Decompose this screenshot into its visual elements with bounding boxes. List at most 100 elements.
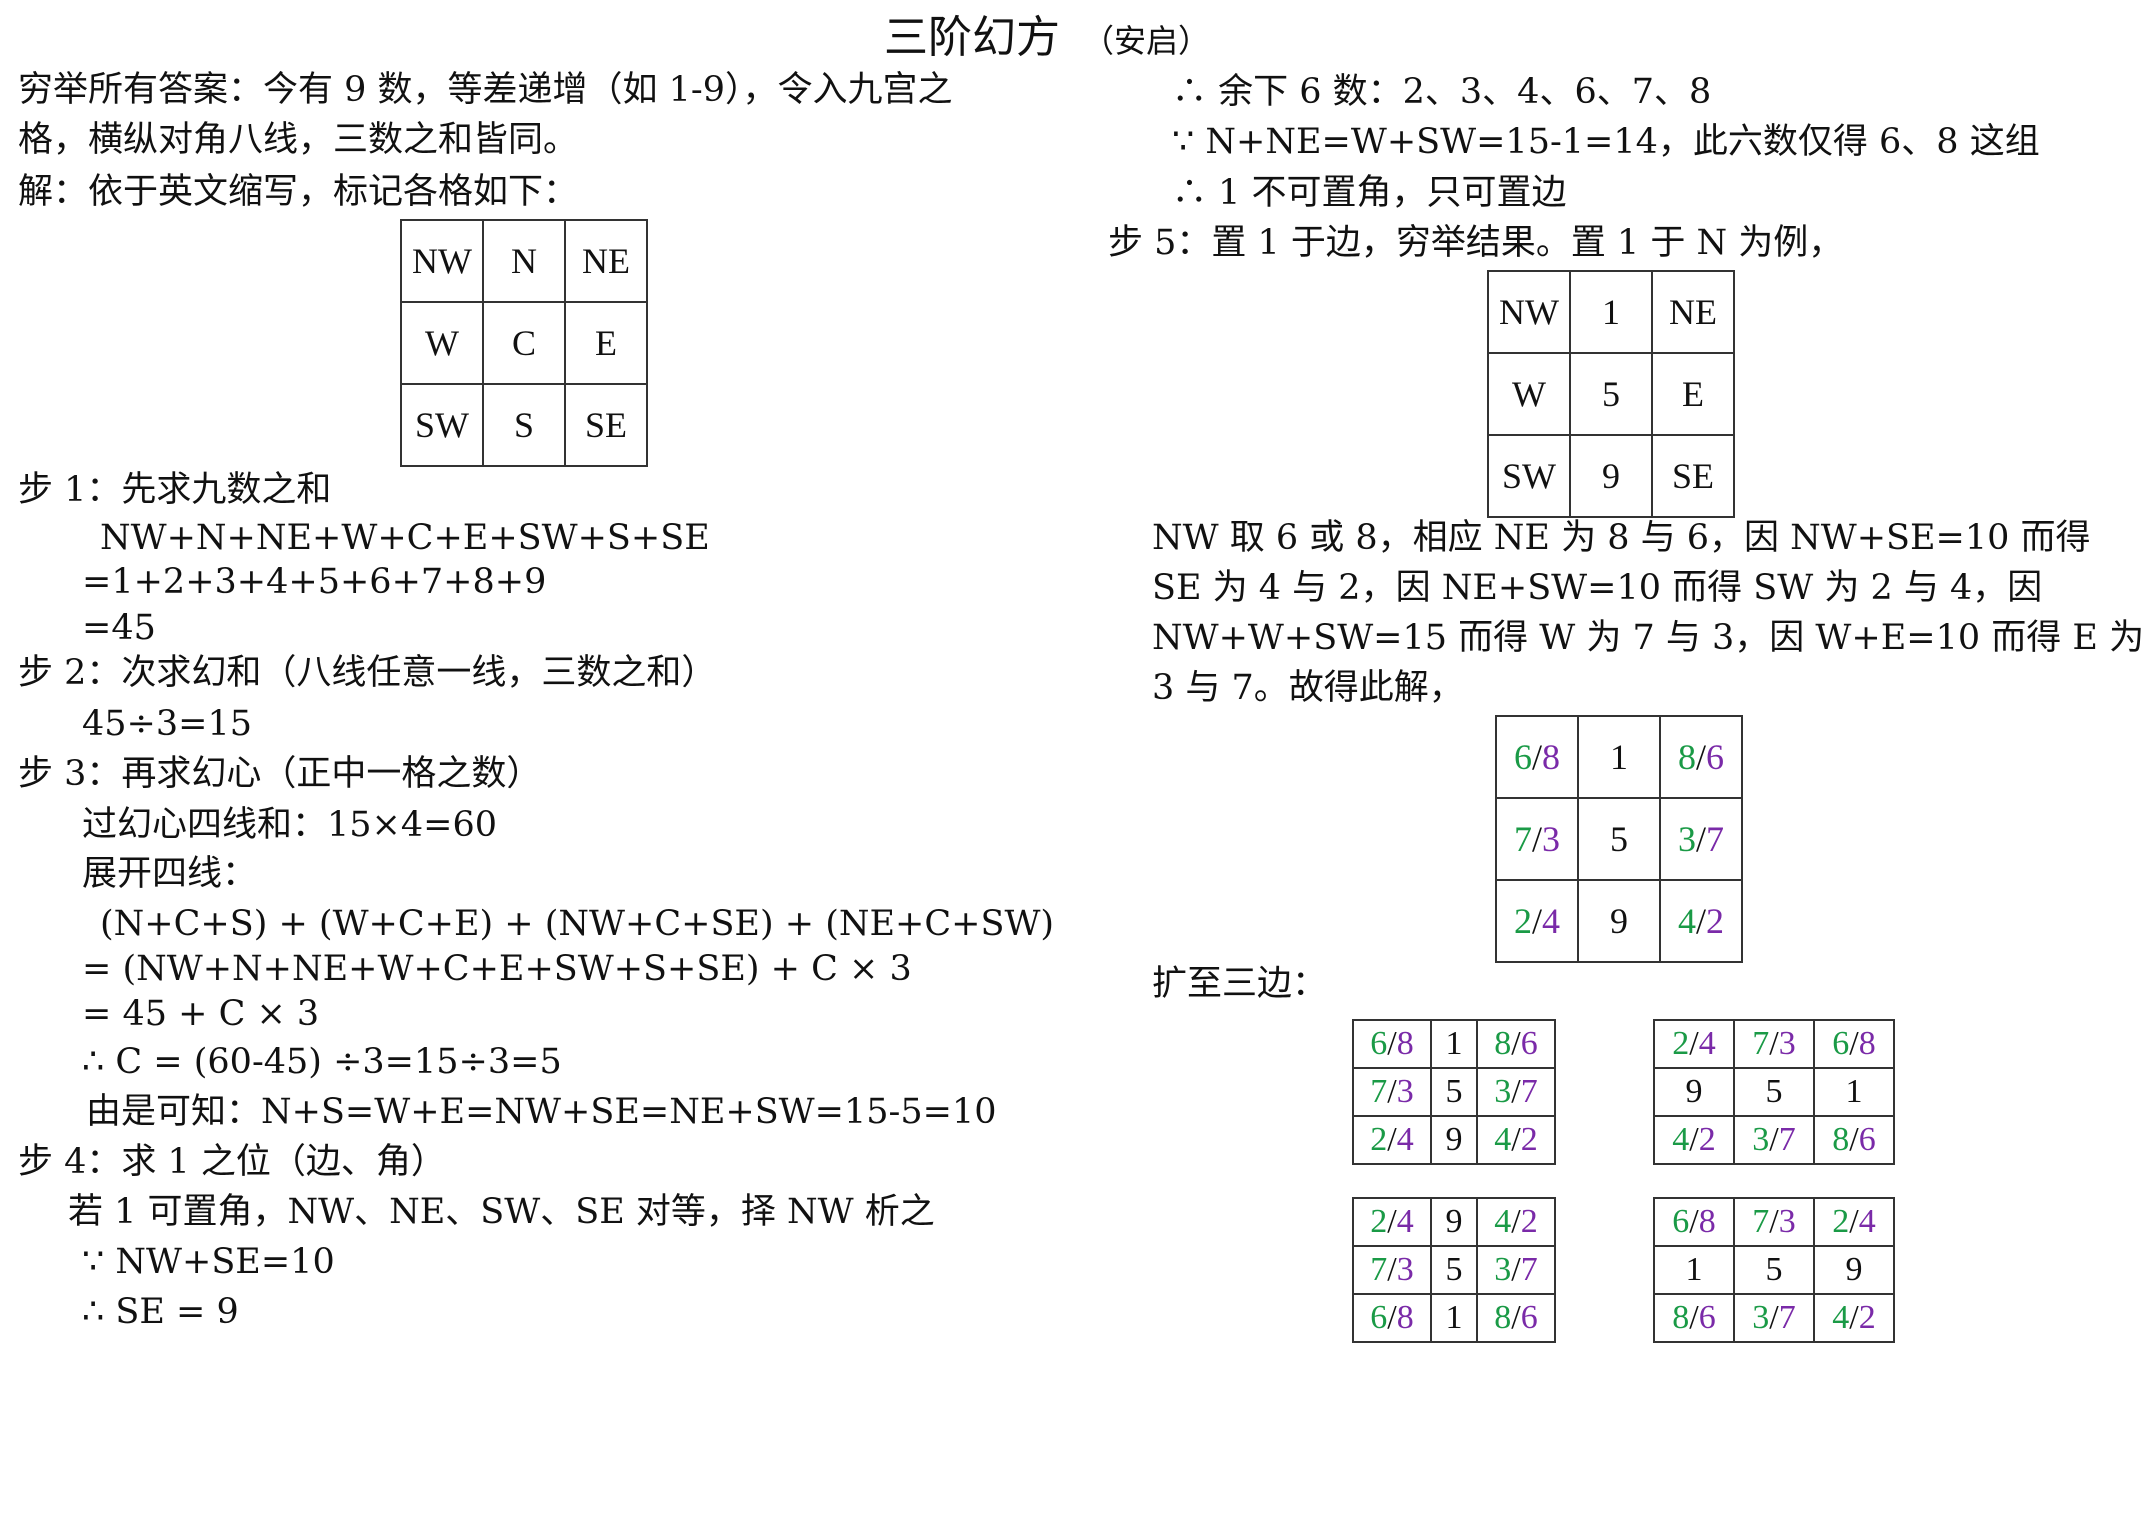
first-value: 3 [1677, 819, 1696, 859]
step3-line-1: 过幻心四线和：15×4=60 [82, 805, 497, 845]
derivation-line-1: NW 取 6 或 8，相应 NE 为 8 与 6，因 NW+SE=10 而得 [1152, 518, 2091, 558]
magic-cell: 1 [1813, 1067, 1895, 1117]
first-value: 8 [1494, 1299, 1512, 1336]
intro-line-2: 格，横纵对角八线，三数之和皆同。 [18, 120, 579, 160]
second-value: 2 [1520, 1203, 1538, 1240]
cell-nw: NW [400, 219, 484, 303]
step3-line-2: 展开四线： [82, 854, 258, 894]
second-value: 8 [1396, 1025, 1414, 1062]
magic-cell: 9 [1430, 1115, 1478, 1165]
cell: 1 [1569, 270, 1653, 354]
magic-cell: 5 [1577, 797, 1661, 881]
magic-cell: 7/3 [1352, 1245, 1432, 1295]
cell: NW [1487, 270, 1571, 354]
magic-cell: 3/7 [1733, 1115, 1815, 1165]
first-value: 3 [1494, 1251, 1512, 1288]
second-value: 6 [1520, 1299, 1538, 1336]
cell: 9 [1569, 434, 1653, 518]
first-value: 4 [1832, 1299, 1850, 1336]
magic-cell: 7/3 [1495, 797, 1579, 881]
step1-line-1: NW+N+NE+W+C+E+SW+S+SE [100, 518, 710, 558]
first-value: 8 [1677, 737, 1696, 777]
step5-heading: 步 5：置 1 于边，穷举结果。置 1 于 N 为例， [1108, 223, 1844, 263]
second-value: 4 [1542, 901, 1560, 941]
magic-cell: 1 [1577, 715, 1661, 799]
second-value: 6 [1858, 1121, 1876, 1158]
second-value: 7 [1778, 1299, 1796, 1336]
magic-cell: 9 [1653, 1067, 1735, 1117]
first-value: 3 [1752, 1299, 1770, 1336]
magic-cell: 8/6 [1476, 1293, 1556, 1343]
cell-w: W [400, 301, 484, 385]
step4-line-3: ∴ SE = 9 [82, 1292, 239, 1332]
step2-heading: 步 2：次求幻和（八线任意一线，三数之和） [18, 653, 717, 693]
magic-cell: 1 [1430, 1019, 1478, 1069]
magic-cell: 5 [1733, 1245, 1815, 1295]
step4-line-1: 若 1 可置角，NW、NE、SW、SE 对等，择 NW 析之 [68, 1192, 935, 1232]
first-value: 4 [1494, 1203, 1512, 1240]
magic-cell: 4/2 [1476, 1115, 1556, 1165]
magic-cell: 5 [1733, 1067, 1815, 1117]
first-value: 8 [1494, 1025, 1512, 1062]
expand-heading: 扩至三边： [1152, 964, 1328, 1004]
right-line-1: ∴ 余下 6 数：2、3、4、6、7、8 [1172, 72, 1712, 112]
first-value: 3 [1494, 1073, 1512, 1110]
second-value: 4 [1396, 1203, 1414, 1240]
magic-cell: 7/3 [1733, 1019, 1815, 1069]
page-subtitle: （安启） [1082, 22, 1211, 60]
step3-line-6: ∴ C = (60-45) ÷3=15÷3=5 [82, 1042, 562, 1082]
cell: W [1487, 352, 1571, 436]
second-value: 3 [1542, 819, 1560, 859]
cell-sw: SW [400, 383, 484, 467]
step3-heading: 步 3：再求幻心（正中一格之数） [18, 754, 542, 794]
magic-cell: 3/7 [1659, 797, 1743, 881]
magic-cell: 6/8 [1352, 1293, 1432, 1343]
right-line-2: ∵ N+NE=W+SW=15-1=14，此六数仅得 6、8 这组 [1172, 122, 2040, 162]
magic-cell: 2/4 [1813, 1197, 1895, 1247]
second-value: 7 [1706, 819, 1724, 859]
intro-line-3: 解：依于英文缩写，标记各格如下： [18, 172, 579, 212]
step1-line-3: =45 [82, 608, 156, 648]
magic-cell: 3/7 [1476, 1067, 1556, 1117]
first-value: 6 [1370, 1299, 1388, 1336]
cell: NE [1651, 270, 1735, 354]
cell-n: N [482, 219, 566, 303]
magic-cell: 2/4 [1495, 879, 1579, 963]
magic-cell: 9 [1577, 879, 1661, 963]
step4-heading: 步 4：求 1 之位（边、角） [18, 1142, 446, 1182]
magic-cell: 9 [1430, 1197, 1478, 1247]
first-value: 6 [1370, 1025, 1388, 1062]
second-value: 2 [1706, 901, 1724, 941]
first-value: 6 [1832, 1025, 1850, 1062]
second-value: 2 [1858, 1299, 1876, 1336]
step3-line-4: = (NW+N+NE+W+C+E+SW+S+SE) + C × 3 [82, 949, 912, 989]
first-value: 2 [1832, 1203, 1850, 1240]
second-value: 2 [1698, 1121, 1716, 1158]
magic-cell: 4/2 [1659, 879, 1743, 963]
step4-line-2: ∵ NW+SE=10 [82, 1242, 335, 1282]
derivation-line-2: SE 为 4 与 2，因 NE+SW=10 而得 SW 为 2 与 4，因 [1152, 568, 2043, 608]
cell: E [1651, 352, 1735, 436]
first-value: 6 [1513, 737, 1532, 777]
magic-cell: 8/6 [1653, 1293, 1735, 1343]
step3-line-5: = 45 + C × 3 [82, 994, 320, 1034]
magic-cell: 7/3 [1733, 1197, 1815, 1247]
expanded-grid-a: 6/8 1 8/6 7/3 5 3/7 2/4 9 4/2 [1352, 1019, 1556, 1165]
second-value: 4 [1396, 1121, 1414, 1158]
first-value: 6 [1672, 1203, 1690, 1240]
second-value: 8 [1396, 1299, 1414, 1336]
derivation-line-3: NW+W+SW=15 而得 W 为 7 与 3，因 W+E=10 而得 E 为 [1152, 618, 2142, 658]
step3-line-7: 由是可知：N+S=W+E=NW+SE=NE+SW=15-5=10 [86, 1092, 997, 1132]
first-value: 7 [1370, 1251, 1388, 1288]
magic-cell: 4/2 [1476, 1197, 1556, 1247]
magic-cell: 6/8 [1813, 1019, 1895, 1069]
first-value: 4 [1677, 901, 1696, 941]
magic-cell: 6/8 [1495, 715, 1579, 799]
first-value: 7 [1513, 819, 1532, 859]
right-line-3: ∴ 1 不可置角，只可置边 [1172, 173, 1567, 213]
magic-cell: 1 [1430, 1293, 1478, 1343]
second-value: 2 [1520, 1121, 1538, 1158]
first-value: 2 [1672, 1025, 1690, 1062]
first-value: 2 [1513, 901, 1532, 941]
second-value: 6 [1706, 737, 1724, 777]
